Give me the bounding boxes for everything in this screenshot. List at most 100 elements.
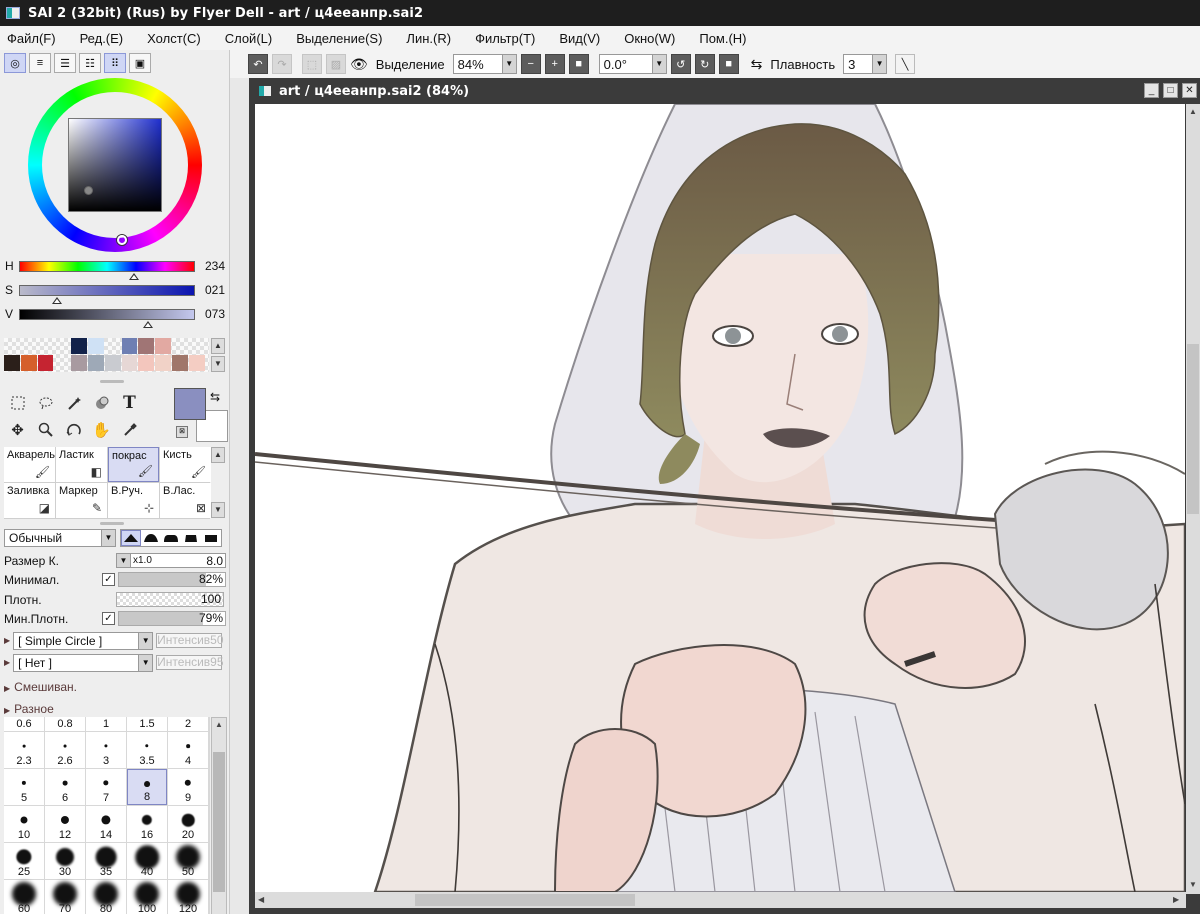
- canvas-vertical-scrollbar[interactable]: ▲ ▼: [1186, 104, 1200, 894]
- size-preset[interactable]: 30: [45, 843, 85, 879]
- rotate-left-icon[interactable]: ↺: [670, 54, 691, 74]
- canvas-horizontal-scrollbar[interactable]: ◀ ▶: [255, 892, 1186, 908]
- scroll-left-icon[interactable]: ◀: [258, 895, 264, 904]
- drawing-canvas[interactable]: [255, 104, 1185, 892]
- size-preset[interactable]: 3.5: [127, 732, 167, 768]
- size-preset[interactable]: 70: [45, 880, 85, 914]
- size-preset[interactable]: 16: [127, 806, 167, 842]
- color-swatch[interactable]: [189, 338, 205, 354]
- hue-cursor[interactable]: [117, 235, 127, 245]
- tip-shape-sharp-icon[interactable]: [121, 529, 141, 546]
- tip-shape-flat-icon[interactable]: [181, 530, 201, 546]
- color-swatch[interactable]: [188, 355, 205, 371]
- expand-arrow-icon[interactable]: ▶: [4, 636, 10, 645]
- menu-ruler[interactable]: Лин.(R): [406, 31, 451, 46]
- eye-icon[interactable]: 👁: [350, 56, 368, 73]
- scrollbar-thumb[interactable]: [213, 752, 225, 892]
- color-swatch[interactable]: [121, 338, 138, 354]
- undo-icon[interactable]: ↶: [248, 54, 268, 74]
- brush-texture-select[interactable]: [ Нет ] ▼: [13, 653, 154, 672]
- brush-size-field[interactable]: ▼ x1.0 8.0: [116, 553, 226, 568]
- size-preset[interactable]: 3: [86, 732, 126, 768]
- rotate-right-icon[interactable]: ↻: [694, 54, 715, 74]
- size-preset[interactable]: 4: [168, 732, 208, 768]
- mixing-section-toggle[interactable]: Смешиван.: [4, 680, 77, 694]
- magic-wand-icon[interactable]: [60, 390, 87, 416]
- density-slider[interactable]: 100: [116, 592, 224, 607]
- brush-select-pen[interactable]: В.Руч. ⊹: [108, 483, 159, 518]
- eyedropper-icon[interactable]: [116, 417, 143, 443]
- zoom-select[interactable]: 84% ▼: [452, 54, 517, 74]
- color-swatch[interactable]: [21, 338, 37, 354]
- color-swatch[interactable]: [172, 338, 188, 354]
- smoothing-select[interactable]: 3 ▼: [843, 54, 888, 74]
- brush-scroll-up-icon[interactable]: ▲: [211, 447, 225, 463]
- scratchpad-tab-icon[interactable]: ▣: [129, 53, 151, 73]
- redo-icon[interactable]: ↷: [272, 54, 292, 74]
- size-preset[interactable]: 25: [4, 843, 44, 879]
- deselect-icon[interactable]: ⬚: [302, 54, 322, 74]
- color-swatch[interactable]: [105, 338, 121, 354]
- shape-fill-icon[interactable]: [88, 390, 115, 416]
- hue-slider-knob[interactable]: [129, 272, 140, 280]
- zoom-reset-icon[interactable]: ■: [568, 54, 589, 74]
- menu-file[interactable]: Файл(F): [7, 31, 56, 46]
- size-preset[interactable]: 2: [168, 717, 208, 731]
- saturation-slider[interactable]: [18, 284, 196, 304]
- size-preset[interactable]: 35: [86, 843, 126, 879]
- mixer-tab-icon[interactable]: ☷: [79, 53, 101, 73]
- color-swatch[interactable]: [121, 355, 138, 371]
- brush-kist[interactable]: Кисть 🖌: [160, 447, 211, 482]
- color-swatch[interactable]: [155, 338, 171, 354]
- brush-watercolor[interactable]: Акварель 🖌: [4, 447, 55, 482]
- zoom-out-icon[interactable]: −: [520, 54, 541, 74]
- swatches-tab-icon[interactable]: ⠿: [104, 53, 126, 73]
- foreground-color[interactable]: [174, 388, 206, 420]
- size-preset[interactable]: 12: [45, 806, 85, 842]
- pressure-line-icon[interactable]: ╲: [895, 54, 916, 74]
- brush-pokras[interactable]: покрас 🖌: [108, 447, 159, 482]
- menu-canvas[interactable]: Холст(C): [147, 31, 201, 46]
- color-swatch[interactable]: [4, 338, 20, 354]
- zoom-icon[interactable]: [32, 417, 59, 443]
- tip-shape-round-icon[interactable]: [141, 530, 161, 546]
- size-preset[interactable]: 1: [86, 717, 126, 731]
- color-swatch[interactable]: [37, 355, 54, 371]
- hand-icon[interactable]: ✋: [88, 417, 115, 443]
- swap-colors-icon[interactable]: ⇆: [210, 390, 220, 404]
- size-presets-scrollbar[interactable]: ▲: [211, 717, 227, 914]
- color-swatch[interactable]: [38, 338, 54, 354]
- color-swatch[interactable]: [104, 355, 121, 371]
- hsv-slider-tab-icon[interactable]: ☰: [54, 53, 76, 73]
- size-preset[interactable]: 10: [4, 806, 44, 842]
- size-preset[interactable]: 1.5: [127, 717, 167, 731]
- size-preset[interactable]: 120: [168, 880, 208, 914]
- rect-select-icon[interactable]: [4, 390, 31, 416]
- expand-arrow-icon[interactable]: ▶: [4, 658, 10, 667]
- menu-layer[interactable]: Слой(L): [225, 31, 273, 46]
- size-preset[interactable]: 0.6: [4, 717, 44, 731]
- rotation-select[interactable]: 0.0° ▼: [598, 54, 667, 74]
- value-slider-knob[interactable]: [143, 320, 154, 328]
- size-preset[interactable]: 8: [127, 769, 167, 805]
- hue-slider[interactable]: [18, 260, 196, 280]
- tip-shape-soft-icon[interactable]: [161, 530, 181, 546]
- brush-select-eraser[interactable]: В.Лас. ⊠: [160, 483, 211, 518]
- color-swatch[interactable]: [87, 355, 104, 371]
- color-swatch[interactable]: [138, 355, 155, 371]
- size-preset[interactable]: 80: [86, 880, 126, 914]
- misc-section-toggle[interactable]: Разное: [4, 702, 54, 716]
- rgb-slider-tab-icon[interactable]: ≡: [29, 53, 51, 73]
- size-preset[interactable]: 5: [4, 769, 44, 805]
- color-swatch[interactable]: [54, 355, 70, 371]
- value-slider[interactable]: [18, 308, 196, 328]
- scroll-up-icon[interactable]: ▲: [1189, 107, 1197, 116]
- size-preset[interactable]: 7: [86, 769, 126, 805]
- tip-shape-square-icon[interactable]: [201, 530, 221, 546]
- min-size-checkbox[interactable]: ✓: [102, 573, 115, 586]
- size-preset[interactable]: 14: [86, 806, 126, 842]
- color-swatch[interactable]: [138, 338, 155, 354]
- shape-intensity-slider[interactable]: Интенсив50: [156, 633, 224, 648]
- move-icon[interactable]: ✥: [4, 417, 31, 443]
- color-swatch[interactable]: [87, 338, 104, 354]
